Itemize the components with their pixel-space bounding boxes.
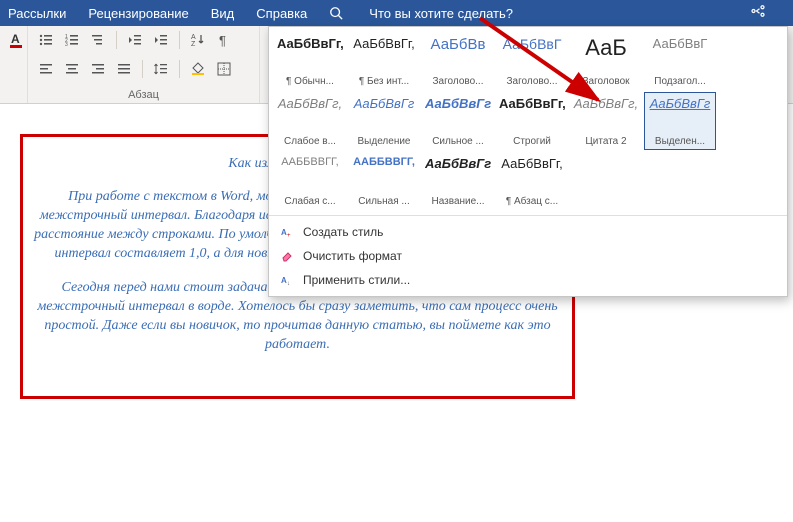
apply-styles-icon: A↓ (279, 272, 295, 288)
style-sample: АаБбВвГг (647, 97, 713, 110)
style-sample: ААББВВГГ, (277, 157, 343, 168)
svg-text:¶: ¶ (219, 33, 226, 48)
style-sample: АаБбВвГг, (277, 97, 343, 110)
style-name: Сильное ... (425, 136, 491, 147)
menu-mailings[interactable]: Рассылки (8, 6, 66, 21)
apply-styles-label: Применить стили... (303, 273, 410, 287)
style-tile-4[interactable]: АаБ Заголовок (570, 32, 642, 90)
font-color-button[interactable]: A (8, 30, 26, 50)
create-style-menuitem[interactable]: A+ Создать стиль (269, 220, 787, 244)
create-style-label: Создать стиль (303, 225, 383, 239)
menubar: Рассылки Рецензирование Вид Справка Что … (0, 0, 793, 26)
style-tile-11[interactable]: АаБбВвГг Выделен... (644, 92, 716, 150)
style-sample: АаБбВвГг (351, 97, 417, 110)
style-name: ¶ Без инт... (351, 76, 417, 87)
style-name: Слабое в... (277, 136, 343, 147)
style-tile-8[interactable]: АаБбВвГг Сильное ... (422, 92, 494, 150)
borders-button[interactable] (214, 59, 234, 79)
style-name: Строгий (499, 136, 565, 147)
align-left-button[interactable] (36, 59, 56, 79)
multilevel-list-button[interactable] (88, 30, 108, 50)
style-tile-13[interactable]: ААББВВГГ, Сильная ... (348, 152, 420, 210)
style-name: ¶ Абзац с... (499, 196, 565, 207)
sort-button[interactable]: AZ (188, 30, 208, 50)
svg-text:3: 3 (65, 42, 68, 48)
paragraph-group: 123 AZ ¶ Абзац (28, 26, 260, 103)
show-marks-button[interactable]: ¶ (214, 30, 234, 50)
svg-text:↓: ↓ (287, 281, 290, 287)
clear-format-label: Очистить формат (303, 249, 402, 263)
tell-me-placeholder: Что вы хотите сделать? (369, 6, 513, 21)
style-sample: ААББВВГГ, (351, 157, 417, 168)
style-name: Сильная ... (351, 196, 417, 207)
create-style-icon: A+ (279, 224, 295, 240)
style-tile-2[interactable]: АаБбВв Заголово... (422, 32, 494, 90)
styles-gallery-dropdown: АаБбВвГг, ¶ Обычн... АаБбВвГг, ¶ Без инт...… (268, 26, 788, 297)
numbering-button[interactable]: 123 (62, 30, 82, 50)
style-name: Заголово... (425, 76, 491, 87)
style-name: Заголово... (499, 76, 565, 87)
font-color-group: A (0, 26, 28, 103)
style-name: Выделение (351, 136, 417, 147)
style-name: Цитата 2 (573, 136, 639, 147)
style-sample: АаБбВвГг, (573, 97, 639, 110)
search-icon (329, 6, 343, 20)
decrease-indent-button[interactable] (125, 30, 145, 50)
styles-menu: A+ Создать стиль Очистить формат A↓ Прим… (269, 215, 787, 296)
svg-text:Z: Z (191, 41, 196, 48)
style-sample: АаБбВвГг (425, 97, 491, 110)
style-tile-3[interactable]: АаБбВвГ Заголово... (496, 32, 568, 90)
style-tile-9[interactable]: АаБбВвГг, Строгий (496, 92, 568, 150)
paragraph-group-label: Абзац (36, 87, 251, 101)
styles-grid: АаБбВвГг, ¶ Обычн... АаБбВвГг, ¶ Без инт...… (269, 27, 787, 215)
menu-review[interactable]: Рецензирование (88, 6, 188, 21)
style-tile-12[interactable]: ААББВВГГ, Слабая с... (274, 152, 346, 210)
align-justify-button[interactable] (114, 59, 134, 79)
apply-styles-menuitem[interactable]: A↓ Применить стили... (269, 268, 787, 292)
svg-text:A: A (191, 34, 196, 41)
style-name: Слабая с... (277, 196, 343, 207)
style-name: Заголовок (573, 76, 639, 87)
style-sample: АаБбВвГ (647, 37, 713, 50)
style-tile-6[interactable]: АаБбВвГг, Слабое в... (274, 92, 346, 150)
clear-format-menuitem[interactable]: Очистить формат (269, 244, 787, 268)
style-sample: АаБбВвГ (499, 37, 565, 51)
style-tile-0[interactable]: АаБбВвГг, ¶ Обычн... (274, 32, 346, 90)
style-sample: АаБбВвГг, (277, 37, 343, 50)
style-tile-7[interactable]: АаБбВвГг Выделение (348, 92, 420, 150)
svg-text:+: + (287, 233, 291, 239)
increase-indent-button[interactable] (151, 30, 171, 50)
style-sample: АаБ (573, 37, 639, 59)
align-right-button[interactable] (88, 59, 108, 79)
style-tile-10[interactable]: АаБбВвГг, Цитата 2 (570, 92, 642, 150)
style-sample: АаБбВв (425, 37, 491, 52)
menu-help[interactable]: Справка (256, 6, 307, 21)
align-center-button[interactable] (62, 59, 82, 79)
style-sample: АаБбВвГг, (499, 157, 565, 170)
style-tile-15[interactable]: АаБбВвГг, ¶ Абзац с... (496, 152, 568, 210)
share-icon[interactable] (749, 2, 767, 20)
style-tile-1[interactable]: АаБбВвГг, ¶ Без инт... (348, 32, 420, 90)
svg-text:A: A (11, 32, 20, 46)
style-sample: АаБбВвГг, (351, 37, 417, 50)
style-tile-14[interactable]: АаБбВвГг Название... (422, 152, 494, 210)
style-sample: АаБбВвГг, (499, 97, 565, 110)
tell-me-search[interactable]: Что вы хотите сделать? (329, 6, 535, 21)
style-sample: АаБбВвГг (425, 157, 491, 170)
style-tile-5[interactable]: АаБбВвГ Подзагол... (644, 32, 716, 90)
style-name: Подзагол... (647, 76, 713, 87)
eraser-icon (279, 248, 295, 264)
bullets-button[interactable] (36, 30, 56, 50)
line-spacing-button[interactable] (151, 59, 171, 79)
shading-button[interactable] (188, 59, 208, 79)
style-name: Выделен... (647, 136, 713, 147)
style-name: Название... (425, 196, 491, 207)
menu-view[interactable]: Вид (211, 6, 235, 21)
style-name: ¶ Обычн... (277, 76, 343, 87)
